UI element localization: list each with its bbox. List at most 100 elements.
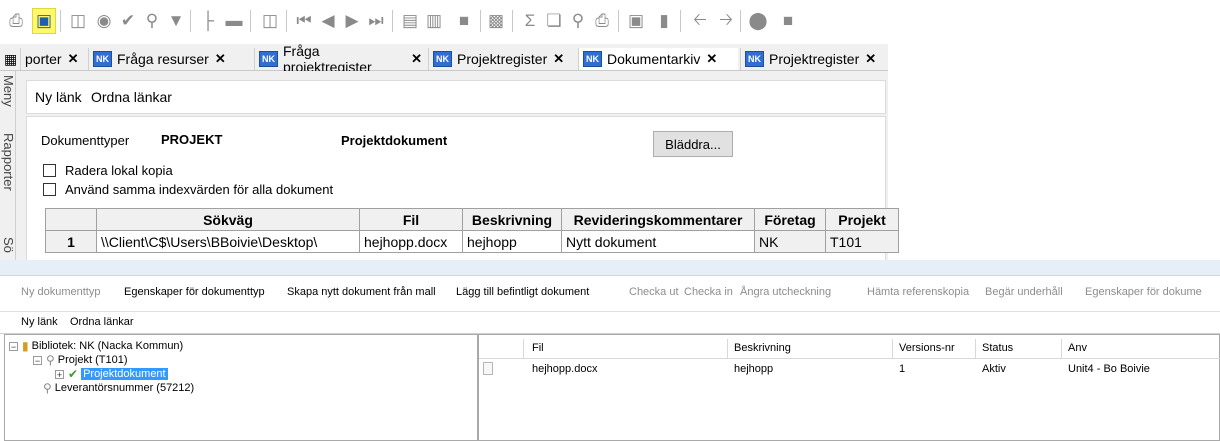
print-icon[interactable]: ⎙ [4, 8, 28, 34]
action-request-maintenance[interactable]: Begär underhåll [985, 286, 1063, 298]
pin-icon[interactable]: ⚲ [140, 8, 164, 34]
tree-node-projektdokument[interactable]: + ✔ Projektdokument [55, 367, 168, 381]
document-types-label: Dokumenttyper [41, 133, 130, 148]
table-row[interactable]: hejhopp.docx hejhopp 1 Aktiv Unit4 - Bo … [479, 360, 1220, 377]
tab-list-icon[interactable]: ▦ [0, 48, 20, 70]
open-folder-icon[interactable]: ◫ [66, 8, 90, 34]
last-icon[interactable]: ⏭ [364, 8, 388, 34]
binoculars-icon[interactable]: ◉ [92, 8, 116, 34]
user-cell: Unit4 - Bo Boivie [1068, 363, 1150, 375]
action-undo-checkout[interactable]: Ångra utcheckning [740, 286, 831, 298]
prev-icon[interactable]: ◀ [316, 8, 340, 34]
help-icon[interactable]: ◫ [258, 8, 282, 34]
tree-node-project[interactable]: − ⚲ Projekt (T101) [33, 353, 128, 367]
close-icon[interactable]: ✕ [68, 51, 79, 67]
column-divider[interactable] [1061, 339, 1062, 358]
action-get-reference[interactable]: Hämta referenskopia [867, 286, 969, 298]
toolbar-separator [740, 10, 741, 32]
close-icon[interactable]: ✕ [215, 51, 226, 67]
filter-icon[interactable]: ▼ [164, 8, 188, 34]
column-header[interactable]: Versions-nr [899, 342, 955, 354]
tree-node-library[interactable]: − ▮ Bibliotek: NK (Nacka Kommun) [9, 339, 183, 353]
zoom-icon[interactable]: ⚲ [566, 8, 590, 34]
sum-icon[interactable]: Σ [518, 8, 542, 34]
tab-projektregister[interactable]: NK Projektregister ✕ [428, 48, 576, 70]
browse-button[interactable]: Bläddra... [653, 131, 733, 157]
action-add-existing[interactable]: Lägg till befintligt dokument [456, 286, 589, 298]
file-cell[interactable]: hejhopp.docx [359, 230, 463, 253]
save-icon[interactable]: ▣ [32, 8, 56, 34]
same-index-checkbox[interactable] [43, 183, 56, 196]
collapse-icon[interactable]: − [33, 355, 42, 365]
columns-icon[interactable]: ▤ [398, 8, 422, 34]
column-header[interactable]: Sökväg [96, 208, 360, 231]
close-icon[interactable]: ✕ [553, 51, 564, 67]
side-tab-menu[interactable]: Meny [1, 75, 16, 107]
check-icon[interactable]: ✔ [116, 8, 140, 34]
column-divider[interactable] [727, 339, 728, 358]
action-check-in[interactable]: Checka in [684, 286, 733, 298]
toolbar-separator [392, 10, 393, 32]
split-icon[interactable]: ▥ [422, 8, 446, 34]
nk-badge-icon: NK [259, 51, 278, 67]
square-icon[interactable]: ▬ [222, 8, 246, 34]
delete-local-copy-checkbox[interactable] [43, 164, 56, 177]
next-icon[interactable]: ▶ [340, 8, 364, 34]
action-new-doctype[interactable]: Ny dokumenttyp [21, 286, 100, 298]
column-header[interactable]: Anv [1068, 342, 1087, 354]
side-tab-sok[interactable]: Sö [1, 237, 16, 253]
side-tab-rapporter[interactable]: Rapporter [1, 133, 16, 191]
new-link-button[interactable]: Ny länk [21, 316, 58, 328]
tab-fraga-resurser[interactable]: NK Fråga resurser ✕ [88, 48, 252, 70]
column-header[interactable]: Revideringskommentarer [561, 208, 755, 231]
chart-icon[interactable]: ▩ [484, 8, 508, 34]
tab-rapporter[interactable]: porter ✕ [20, 48, 84, 70]
arrange-links-button[interactable]: Ordna länkar [91, 89, 172, 105]
first-icon[interactable]: ⏮ [292, 8, 316, 34]
action-check-out[interactable]: Checka ut [629, 286, 679, 298]
action-doc-properties[interactable]: Egenskaper för dokume [1085, 286, 1202, 298]
nk-badge-icon: NK [93, 51, 112, 67]
forward-icon[interactable]: 🡢 [714, 8, 738, 34]
print-preview-icon[interactable]: ⎙ [590, 8, 614, 34]
column-header[interactable]: Fil [532, 342, 544, 354]
window-icon[interactable]: ▣ [624, 8, 648, 34]
close-icon[interactable]: ✕ [865, 51, 876, 67]
column-header[interactable]: Beskrivning [734, 342, 791, 354]
stop-icon[interactable]: ⬤ [746, 8, 770, 34]
column-divider[interactable] [975, 339, 976, 358]
project-cell[interactable]: T101 [825, 230, 899, 253]
close-icon[interactable]: ✕ [411, 51, 422, 67]
tree-icon[interactable]: ├ [196, 8, 220, 34]
path-cell[interactable]: \\Client\C$\Users\BBoivie\Desktop\ [96, 230, 360, 253]
row-number: 1 [45, 230, 97, 253]
tree-node-supplier[interactable]: ⚲ Leverantörsnummer (57212) [43, 381, 194, 395]
column-header[interactable]: Företag [754, 208, 826, 231]
column-divider[interactable] [892, 339, 893, 358]
new-link-button[interactable]: Ny länk [35, 89, 82, 105]
column-header[interactable]: Fil [359, 208, 463, 231]
column-header[interactable]: Beskrivning [462, 208, 562, 231]
action-doctype-properties[interactable]: Egenskaper för dokumenttyp [124, 286, 265, 298]
table-row[interactable]: 1 \\Client\C$\Users\BBoivie\Desktop\ hej… [45, 230, 899, 253]
expand-icon[interactable]: + [55, 369, 64, 379]
company-cell[interactable]: NK [754, 230, 826, 253]
description-cell[interactable]: hejhopp [462, 230, 562, 253]
action-create-from-template[interactable]: Skapa nytt dokument från mall [287, 286, 436, 298]
block-icon[interactable]: ■ [452, 8, 476, 34]
column-header[interactable]: Projekt [825, 208, 899, 231]
copy-icon[interactable]: ❏ [542, 8, 566, 34]
comment-cell[interactable]: Nytt dokument [561, 230, 755, 253]
column-divider[interactable] [523, 339, 524, 358]
column-header[interactable]: Status [982, 342, 1013, 354]
collapse-icon[interactable]: − [9, 341, 18, 351]
arrange-links-button[interactable]: Ordna länkar [70, 316, 134, 328]
version-cell: 1 [899, 363, 906, 375]
back-icon[interactable]: 🡠 [688, 8, 712, 34]
tab-fraga-projektregister[interactable]: NK Fråga projektregister ✕ [254, 43, 426, 75]
library-icon[interactable]: ▮ [652, 8, 676, 34]
close-icon[interactable]: ✕ [706, 51, 717, 67]
tab-projektregister-2[interactable]: NK Projektregister ✕ [740, 48, 888, 70]
tab-dokumentarkiv[interactable]: NK Dokumentarkiv ✕ [578, 48, 738, 70]
stop2-icon[interactable]: ■ [776, 8, 800, 34]
